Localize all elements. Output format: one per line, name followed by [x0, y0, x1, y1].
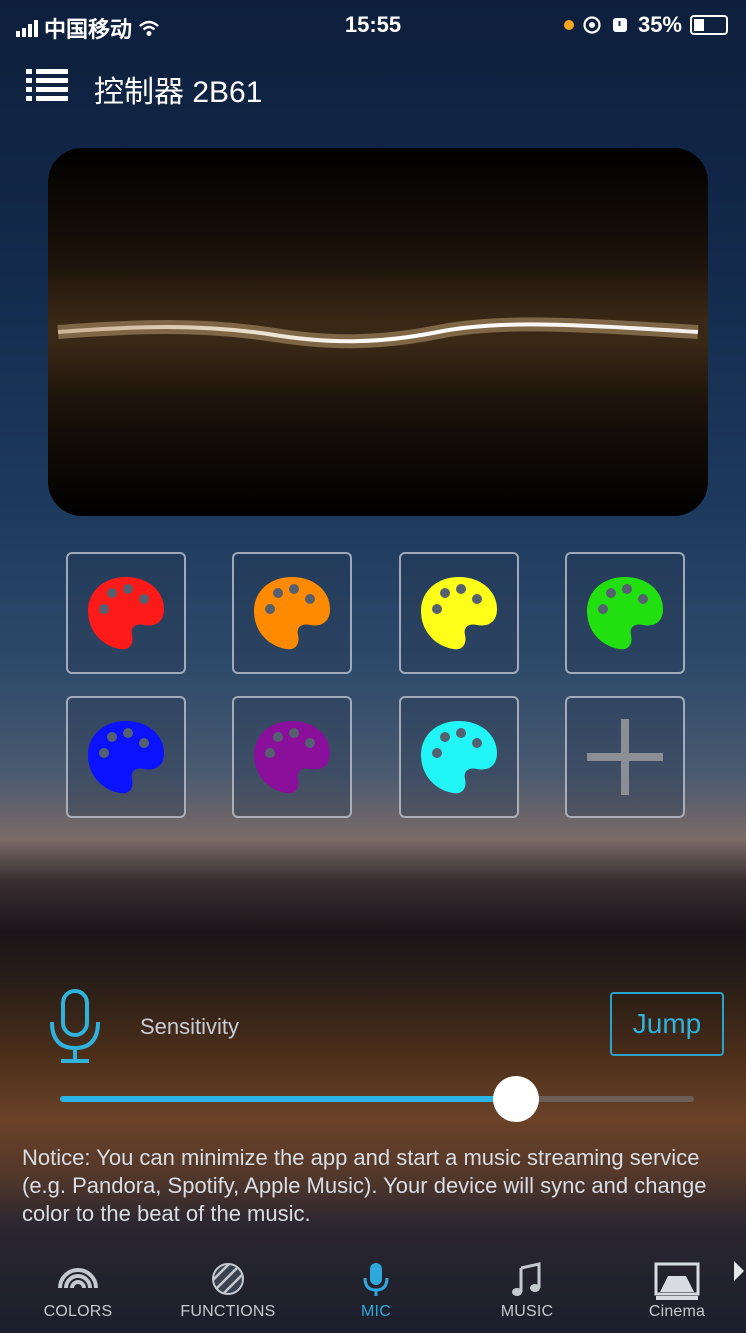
alarm-icon [612, 18, 627, 32]
palette-icon [88, 577, 164, 650]
tab-label: Cinema [648, 1303, 706, 1320]
tab-mic[interactable]: MIC [311, 1248, 441, 1333]
palette-tile[interactable] [399, 552, 519, 674]
slider-fill [60, 1096, 517, 1102]
tab-label: MIC [361, 1303, 391, 1320]
menu-icon[interactable] [26, 67, 68, 103]
location-lock-icon [583, 16, 601, 34]
recording-dot-icon [563, 20, 574, 30]
tab-colors[interactable]: COLORS [13, 1248, 143, 1333]
tab-functions[interactable]: FUNCTIONS [163, 1248, 293, 1333]
status-bar: 中国移动 15:55 35% [0, 0, 746, 50]
tab-bar: COLORS FUNCTIONS MIC MUSIC Cinema [0, 1248, 746, 1333]
palette-icon [421, 577, 497, 650]
palette-tile[interactable] [399, 696, 519, 818]
plus-icon [587, 719, 663, 795]
waveform-graphic [57, 317, 699, 349]
tab-cinema[interactable]: Cinema [612, 1248, 742, 1333]
tab-label: COLORS [43, 1303, 113, 1320]
battery-percent: 35% [637, 12, 682, 37]
sensitivity-label: Sensitivity [140, 1014, 240, 1039]
palette-tile[interactable] [66, 552, 186, 674]
jump-button[interactable]: Jump [610, 992, 724, 1056]
palette-icon [254, 721, 330, 794]
status-right: 35% [563, 12, 728, 38]
palette-tile[interactable] [232, 552, 352, 674]
microphone-icon [50, 989, 100, 1063]
add-color-tile[interactable] [565, 696, 685, 818]
tab-label: MUSIC [500, 1303, 554, 1320]
header: 控制器 2B61 [0, 55, 746, 115]
page-title: 控制器 2B61 [94, 76, 263, 109]
cinema-screen-icon [654, 1262, 700, 1300]
slider-thumb[interactable] [493, 1076, 540, 1122]
palette-tile[interactable] [565, 552, 685, 674]
palette-icon [88, 721, 164, 794]
palette-tile[interactable] [66, 696, 186, 818]
microphone-icon [363, 1263, 389, 1296]
striped-circle-icon [212, 1263, 244, 1295]
scroll-right-arrow-icon[interactable] [732, 1258, 746, 1284]
sensitivity-slider[interactable] [60, 1076, 694, 1122]
palette-icon [254, 577, 330, 650]
mic-controls: Sensitivity Jump [0, 988, 746, 1068]
palette-icon [421, 721, 497, 794]
battery-icon [690, 15, 728, 35]
tab-music[interactable]: MUSIC [462, 1248, 592, 1333]
palette-icon [587, 577, 663, 650]
notice-text: Notice: You can minimize the app and sta… [22, 1145, 707, 1226]
rainbow-icon [58, 1268, 98, 1289]
tab-label: FUNCTIONS [180, 1303, 276, 1320]
palette-tile[interactable] [232, 696, 352, 818]
music-note-icon [512, 1262, 541, 1296]
audio-visualizer [48, 148, 708, 516]
